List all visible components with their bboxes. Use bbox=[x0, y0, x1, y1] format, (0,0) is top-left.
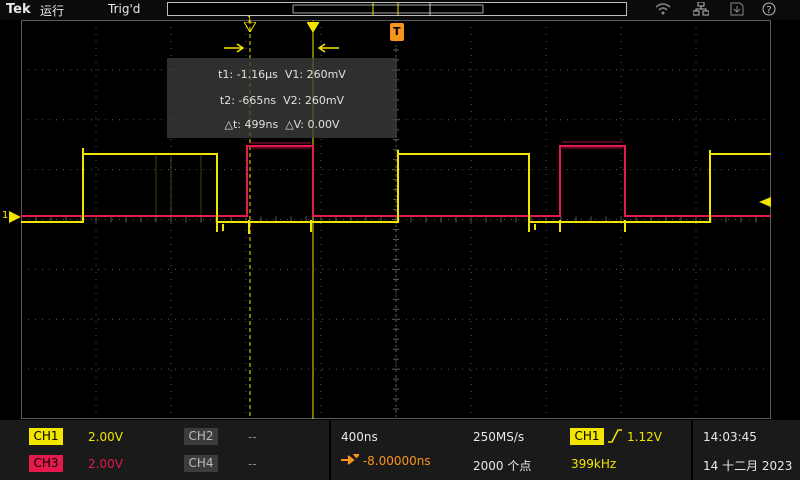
ch1-scale[interactable]: 2.00V bbox=[88, 430, 123, 444]
t2-value: t2: -665ns bbox=[219, 94, 277, 107]
cursor-2-arrow bbox=[317, 43, 339, 53]
ch3-scale[interactable]: 2.00V bbox=[88, 457, 123, 471]
t1-value: t1: -1.16µs bbox=[218, 68, 278, 81]
ch3-button[interactable]: CH3 bbox=[29, 455, 63, 472]
cursor-1-handle[interactable]: 1 bbox=[243, 15, 257, 33]
ch1-button[interactable]: CH1 bbox=[29, 428, 63, 445]
save-icon[interactable] bbox=[730, 2, 744, 20]
divider bbox=[691, 420, 693, 480]
ch1-ground-label: 1 bbox=[2, 210, 9, 221]
v1-value: V1: 260mV bbox=[284, 68, 346, 81]
ch2-button[interactable]: CH2 bbox=[184, 428, 218, 445]
trigger-marker-label: T bbox=[393, 25, 401, 38]
trigger-position-marker[interactable]: T bbox=[390, 23, 404, 41]
cursor-1-label: 1 bbox=[247, 15, 253, 24]
brand-logo: Tek bbox=[6, 2, 31, 17]
help-icon[interactable]: ? bbox=[762, 2, 776, 20]
ch4-scale[interactable]: -- bbox=[248, 457, 257, 471]
cursor-readout-panel[interactable]: t1: -1.16µs V1: 260mV t2: -665ns V2: 260… bbox=[167, 58, 397, 138]
persistence-trace bbox=[155, 154, 202, 222]
horizontal-position[interactable]: -8.00000ns bbox=[341, 453, 431, 468]
top-status-bar: Tek 运行 Trig'd ? bbox=[0, 0, 800, 20]
ch2-scale[interactable]: -- bbox=[248, 430, 257, 444]
record-length[interactable]: 2000 个点 bbox=[473, 457, 531, 474]
svg-text:?: ? bbox=[766, 5, 771, 16]
cursor-2-readout: t2: -665ns V2: 260mV bbox=[167, 94, 397, 107]
v2-value: V2: 260mV bbox=[283, 94, 345, 107]
trigger-frequency: 399kHz bbox=[571, 457, 617, 471]
trigger-source[interactable]: CH1 bbox=[570, 428, 604, 445]
bottom-status-bar: CH1 2.00V CH2 -- CH3 2.00V CH4 -- 400ns … bbox=[0, 420, 800, 480]
cursor-1-readout: t1: -1.16µs V1: 260mV bbox=[167, 68, 397, 81]
delta-v-value: △V: 0.00V bbox=[285, 118, 340, 131]
delta-t-value: △t: 499ns bbox=[224, 118, 279, 131]
ch1-trace bbox=[21, 153, 771, 223]
timebase-scale[interactable]: 400ns bbox=[341, 430, 378, 444]
ch4-button[interactable]: CH4 bbox=[184, 455, 218, 472]
ch3-trace bbox=[21, 145, 771, 217]
divider bbox=[329, 420, 331, 480]
ch1-ground-marker[interactable]: 1 bbox=[2, 210, 22, 224]
cursor-2-handle[interactable]: 2 bbox=[306, 15, 320, 33]
trigger-offset-arrow-icon bbox=[341, 453, 362, 465]
acquisition-state[interactable]: 运行 bbox=[40, 2, 64, 19]
record-view-bar[interactable] bbox=[167, 2, 627, 16]
sample-rate: 250MS/s bbox=[473, 430, 525, 444]
cursor-1-arrow bbox=[224, 43, 245, 53]
clock-time: 14:03:45 bbox=[703, 430, 757, 444]
trigger-level[interactable]: 1.12V bbox=[627, 430, 662, 444]
clock-date: 14 十二月 2023 bbox=[703, 459, 793, 473]
wifi-icon[interactable] bbox=[655, 2, 671, 20]
trigger-level-marker[interactable] bbox=[759, 192, 771, 207]
waveform-display[interactable]: t1: -1.16µs V1: 260mV t2: -665ns V2: 260… bbox=[21, 15, 771, 419]
cursor-delta-readout: △t: 499ns △V: 0.00V bbox=[167, 118, 397, 131]
horizontal-position-value: -8.00000ns bbox=[362, 454, 431, 468]
cursor-2-label: 2 bbox=[310, 15, 316, 24]
trigger-state: Trig'd bbox=[108, 2, 141, 16]
rising-edge-icon bbox=[608, 429, 622, 446]
network-icon[interactable] bbox=[692, 1, 710, 20]
